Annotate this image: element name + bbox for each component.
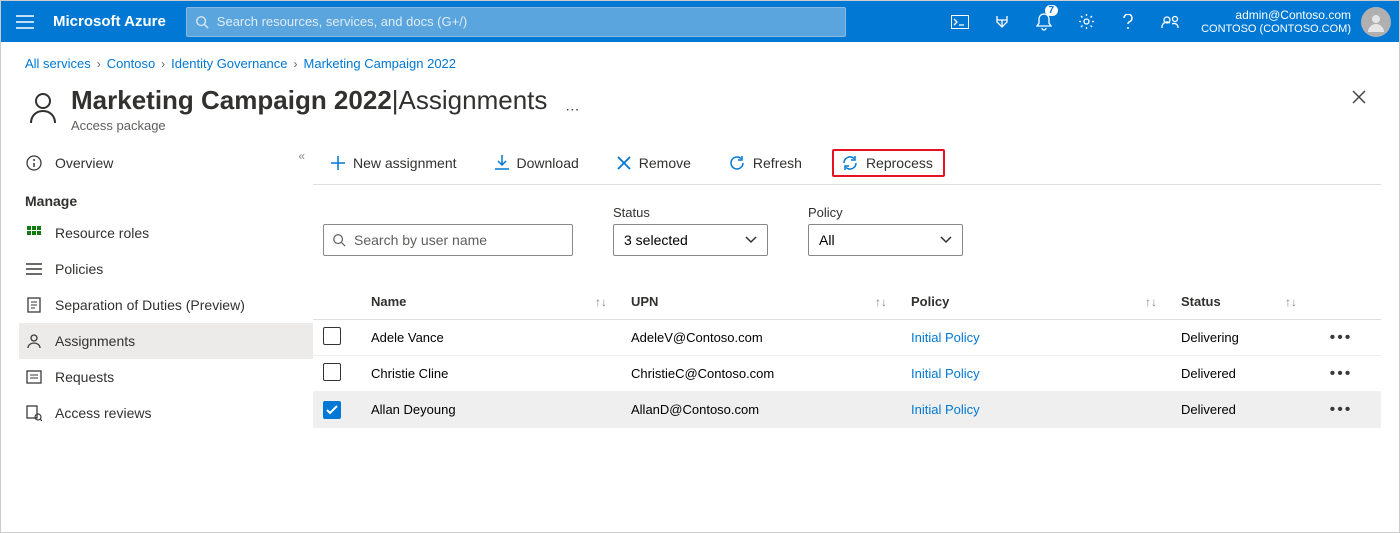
filters-row: Search by user name Status 3 selected Po…: [313, 185, 1381, 256]
top-header: Microsoft Azure Search resources, servic…: [1, 1, 1399, 42]
list-icon: [25, 260, 43, 278]
sidebar-heading-manage: Manage: [19, 181, 313, 215]
close-icon[interactable]: [1347, 85, 1371, 109]
table-header: Name↑↓ UPN↑↓ Policy↑↓ Status↑↓: [313, 284, 1381, 320]
policy-link[interactable]: Initial Policy: [911, 402, 980, 417]
global-search[interactable]: Search resources, services, and docs (G+…: [186, 7, 846, 37]
sidebar-assignments[interactable]: Assignments: [19, 323, 313, 359]
policy-link[interactable]: Initial Policy: [911, 330, 980, 345]
policy-filter-dropdown[interactable]: All: [808, 224, 963, 256]
help-icon[interactable]: [1107, 1, 1149, 42]
sidebar-requests[interactable]: Requests: [19, 359, 313, 395]
sidebar-policies[interactable]: Policies: [19, 251, 313, 287]
col-header-upn[interactable]: UPN↑↓: [631, 294, 911, 309]
brand-label[interactable]: Microsoft Azure: [49, 13, 186, 30]
sidebar-resource-roles[interactable]: Resource roles: [19, 215, 313, 251]
header-icons: 7 admin@Contoso.com CONTOSO (CONTOSO.COM…: [939, 1, 1399, 42]
feedback-icon[interactable]: [1149, 1, 1191, 42]
sort-icon: ↑↓: [1145, 295, 1157, 309]
table-row[interactable]: Allan Deyoung AllanD@Contoso.com Initial…: [313, 392, 1381, 428]
sidebar-overview[interactable]: Overview: [19, 145, 313, 181]
notifications-icon[interactable]: 7: [1023, 1, 1065, 42]
refresh-button[interactable]: Refresh: [721, 149, 810, 177]
account-info[interactable]: admin@Contoso.com CONTOSO (CONTOSO.COM): [1191, 8, 1357, 36]
info-icon: [25, 154, 43, 172]
col-header-status[interactable]: Status↑↓: [1181, 294, 1321, 309]
sort-icon: ↑↓: [595, 295, 607, 309]
sort-icon: ↑↓: [875, 295, 887, 309]
avatar[interactable]: [1361, 7, 1391, 37]
remove-button[interactable]: Remove: [609, 149, 699, 177]
sidebar-access-reviews[interactable]: Access reviews: [19, 395, 313, 431]
new-assignment-button[interactable]: New assignment: [323, 149, 465, 177]
sidebar: « Overview Manage Resource roles Policie…: [1, 141, 313, 532]
status-filter-label: Status: [613, 205, 768, 220]
row-more-icon[interactable]: •••: [1330, 329, 1353, 346]
row-checkbox[interactable]: [323, 363, 341, 381]
sidebar-separation-of-duties[interactable]: Separation of Duties (Preview): [19, 287, 313, 323]
policy-filter-label: Policy: [808, 205, 963, 220]
breadcrumb-item[interactable]: Identity Governance: [171, 56, 287, 71]
account-email: admin@Contoso.com: [1235, 8, 1351, 22]
chevron-right-icon: ›: [294, 57, 298, 71]
account-tenant: CONTOSO (CONTOSO.COM): [1201, 22, 1351, 36]
chevron-right-icon: ›: [97, 57, 101, 71]
table-row[interactable]: Adele Vance AdeleV@Contoso.com Initial P…: [313, 320, 1381, 356]
breadcrumb-item[interactable]: Marketing Campaign 2022: [304, 56, 456, 71]
breadcrumb: All services › Contoso › Identity Govern…: [1, 42, 1399, 71]
search-by-name-input[interactable]: Search by user name: [323, 224, 573, 256]
row-more-icon[interactable]: •••: [1330, 401, 1353, 418]
person-icon: [25, 332, 43, 350]
page-subtitle: Access package: [71, 118, 547, 133]
download-icon: [495, 155, 509, 171]
more-actions-icon[interactable]: ⋯: [565, 101, 579, 118]
row-more-icon[interactable]: •••: [1330, 365, 1353, 382]
chevron-down-icon: [745, 236, 757, 244]
plus-icon: [331, 156, 345, 170]
policy-link[interactable]: Initial Policy: [911, 366, 980, 381]
search-icon: [195, 15, 209, 29]
main-content: New assignment Download Remove Refresh R…: [313, 141, 1399, 532]
title-row: Marketing Campaign 2022 | Assignments Ac…: [1, 71, 1399, 141]
document-icon: [25, 296, 43, 314]
col-header-name[interactable]: Name↑↓: [371, 294, 631, 309]
notification-badge: 7: [1045, 5, 1059, 16]
table-row[interactable]: Christie Cline ChristieC@Contoso.com Ini…: [313, 356, 1381, 392]
chevron-down-icon: [940, 236, 952, 244]
row-checkbox[interactable]: [323, 401, 341, 419]
cloud-shell-icon[interactable]: [939, 1, 981, 42]
search-placeholder: Search resources, services, and docs (G+…: [217, 14, 467, 29]
sort-icon: ↑↓: [1285, 295, 1297, 309]
reprocess-icon: [842, 155, 858, 171]
reprocess-button[interactable]: Reprocess: [832, 149, 945, 177]
requests-icon: [25, 368, 43, 386]
remove-icon: [617, 156, 631, 170]
page-title: Marketing Campaign 2022 | Assignments: [71, 85, 547, 116]
collapse-sidebar-icon[interactable]: «: [298, 149, 305, 163]
assignments-table: Name↑↓ UPN↑↓ Policy↑↓ Status↑↓ Adele Van…: [313, 284, 1381, 428]
chevron-right-icon: ›: [161, 57, 165, 71]
access-package-icon: [25, 89, 61, 125]
col-header-policy[interactable]: Policy↑↓: [911, 294, 1181, 309]
hamburger-menu[interactable]: [1, 1, 49, 42]
breadcrumb-item[interactable]: All services: [25, 56, 91, 71]
refresh-icon: [729, 155, 745, 171]
settings-icon[interactable]: [1065, 1, 1107, 42]
row-checkbox[interactable]: [323, 327, 341, 345]
search-icon: [332, 233, 346, 247]
grid-icon: [25, 224, 43, 242]
review-icon: [25, 404, 43, 422]
toolbar: New assignment Download Remove Refresh R…: [313, 141, 1381, 185]
download-button[interactable]: Download: [487, 149, 587, 177]
status-filter-dropdown[interactable]: 3 selected: [613, 224, 768, 256]
breadcrumb-item[interactable]: Contoso: [107, 56, 155, 71]
directories-icon[interactable]: [981, 1, 1023, 42]
